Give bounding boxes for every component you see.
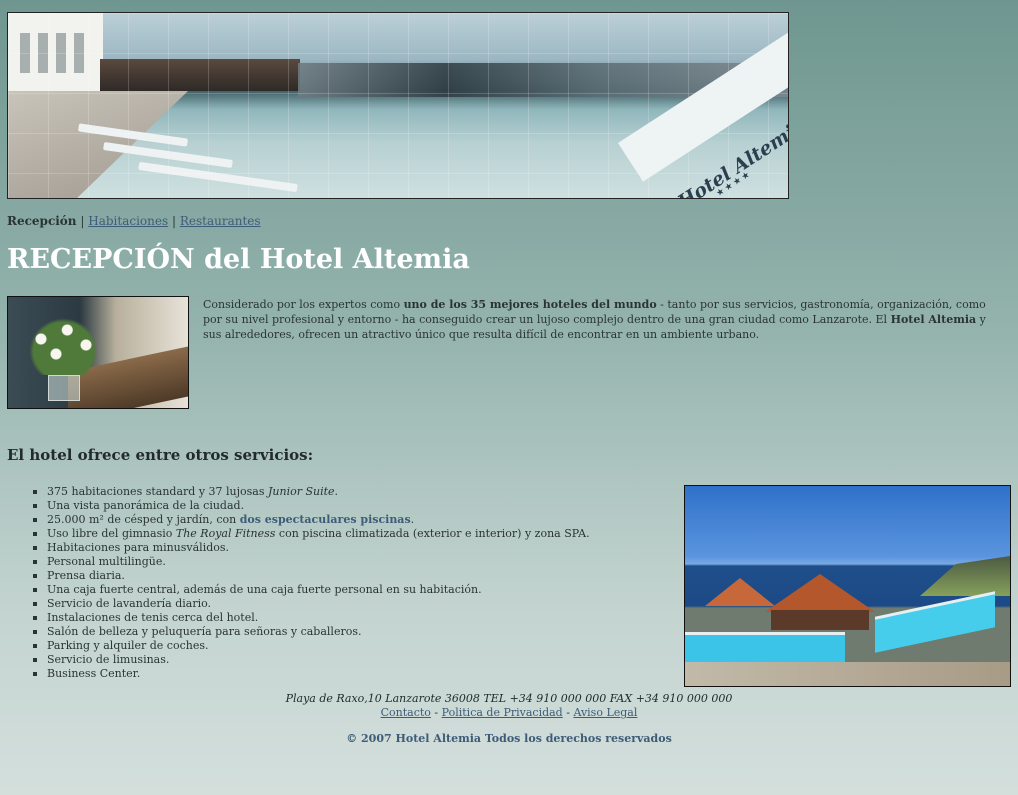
nav-link-habitaciones[interactable]: Habitaciones xyxy=(88,214,168,228)
lobby-photo xyxy=(7,296,189,409)
resort-roof xyxy=(765,574,875,612)
nav-link-restaurantes[interactable]: Restaurantes xyxy=(180,214,261,228)
service-item: Business Center. xyxy=(33,667,590,681)
intro-highlight: uno de los 35 mejores hoteles del mundo xyxy=(403,298,657,311)
footer-link-aviso-legal[interactable]: Aviso Legal xyxy=(573,706,637,719)
resort-pool xyxy=(875,591,995,653)
service-text: . xyxy=(334,485,339,498)
footer-link-contacto[interactable]: Contacto xyxy=(381,706,431,719)
footer-links: Contacto - Politica de Privacidad - Avis… xyxy=(0,706,1018,720)
resort-roof xyxy=(705,578,775,606)
intro-hotel-name: Hotel Altemia xyxy=(890,313,977,326)
main-nav: Recepción | Habitaciones | Restaurantes xyxy=(7,214,261,228)
service-pools-highlight: dos espectaculares piscinas xyxy=(239,513,411,526)
service-item: Habitaciones para minusválidos. xyxy=(33,541,590,555)
resort-photo xyxy=(684,485,1011,687)
intro-paragraph: Considerado por los expertos como uno de… xyxy=(203,297,1003,342)
services-heading: El hotel ofrece entre otros servicios: xyxy=(7,446,314,464)
footer-link-separator: - xyxy=(562,706,574,719)
footer: Playa de Raxo,10 Lanzarote 36008 TEL +34… xyxy=(0,692,1018,746)
resort-building xyxy=(771,610,869,630)
service-text: 375 habitaciones standard y 37 lujosas xyxy=(47,485,268,498)
nav-separator: | xyxy=(80,214,85,228)
footer-address: Playa de Raxo,10 Lanzarote 36008 TEL +34… xyxy=(285,692,733,705)
page-title: RECEPCIÓN del Hotel Altemia xyxy=(7,244,470,275)
footer-link-separator: - xyxy=(430,706,442,719)
service-item: Parking y alquiler de coches. xyxy=(33,639,590,653)
service-text: 25.000 m² de césped y jardín, con xyxy=(47,513,240,526)
service-item: Uso libre del gimnasio The Royal Fitness… xyxy=(33,527,590,541)
lobby-vase xyxy=(48,375,80,401)
service-emphasis: Junior Suite xyxy=(268,485,335,498)
service-text: Uso libre del gimnasio xyxy=(47,527,176,540)
service-item: Personal multilingüe. xyxy=(33,555,590,569)
service-text: . xyxy=(410,513,415,526)
resort-hill xyxy=(920,556,1010,596)
service-item: Servicio de limusinas. xyxy=(33,653,590,667)
services-list: 375 habitaciones standard y 37 lujosas J… xyxy=(33,485,590,681)
nav-item-recepcion: Recepción xyxy=(7,214,77,228)
service-item: Instalaciones de tenis cerca del hotel. xyxy=(33,611,590,625)
service-item: Servicio de lavandería diario. xyxy=(33,597,590,611)
lobby-flowers xyxy=(26,315,101,375)
service-item: 375 habitaciones standard y 37 lujosas J… xyxy=(33,485,590,499)
service-emphasis: The Royal Fitness xyxy=(175,527,276,540)
footer-link-privacidad[interactable]: Politica de Privacidad xyxy=(442,706,563,719)
service-item: 25.000 m² de césped y jardín, con dos es… xyxy=(33,513,590,527)
resort-ground xyxy=(685,662,1010,686)
service-item: Una vista panorámica de la ciudad. xyxy=(33,499,590,513)
resort-pool xyxy=(685,632,845,662)
intro-text: Considerado por los expertos como xyxy=(203,298,404,311)
service-text: con piscina climatizada (exterior e inte… xyxy=(275,527,590,540)
header-banner: Hotel Altemia ★★★★ xyxy=(7,12,789,199)
banner-grid-overlay xyxy=(8,13,788,198)
service-item: Prensa diaria. xyxy=(33,569,590,583)
footer-copyright: © 2007 Hotel Altemia Todos los derechos … xyxy=(346,732,672,745)
service-item: Salón de belleza y peluquería para señor… xyxy=(33,625,590,639)
service-item: Una caja fuerte central, además de una c… xyxy=(33,583,590,597)
nav-separator: | xyxy=(171,214,177,228)
